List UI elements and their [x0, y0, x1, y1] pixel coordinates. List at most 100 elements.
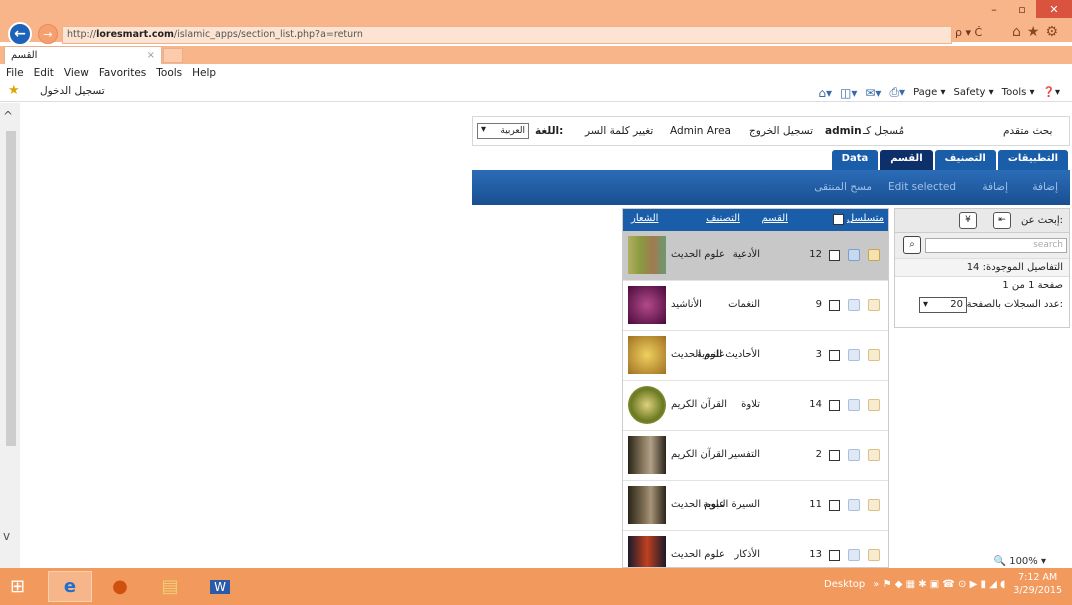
mail-icon[interactable]: ✉▾ — [865, 86, 881, 100]
favorites-star-icon[interactable]: ★ — [8, 83, 20, 98]
edit-icon[interactable] — [848, 249, 860, 261]
print-icon[interactable]: ⎙▾ — [889, 85, 905, 100]
view-icon[interactable] — [868, 449, 880, 461]
forward-button[interactable]: → — [38, 24, 58, 44]
favorite-login-link[interactable]: تسجيل الدخول — [40, 85, 105, 97]
home-favorites-settings-icons[interactable]: ⌂★⚙ — [1012, 24, 1064, 40]
edit-icon[interactable] — [848, 499, 860, 511]
search-icon[interactable]: ⌕ — [903, 236, 921, 254]
file-explorer-icon[interactable]: ▤ — [148, 571, 192, 602]
row-checkbox[interactable] — [829, 550, 840, 561]
advanced-search-link[interactable]: بحث متقدم — [1003, 125, 1052, 137]
browser-tab[interactable]: القسم × — [4, 46, 162, 64]
address-bar[interactable]: http://loresmart.com/islamic_apps/sectio… — [62, 26, 952, 44]
page-menu[interactable]: Page ▾ — [913, 87, 945, 98]
tab-close-icon[interactable]: × — [147, 47, 155, 64]
select-all-checkbox[interactable] — [833, 214, 844, 225]
table-row[interactable]: علوم الحديث الأدعية 12 — [623, 231, 888, 281]
view-icon[interactable] — [868, 399, 880, 411]
back-button[interactable]: ← — [8, 22, 32, 46]
table-row[interactable]: الأناشيد النغمات 9 — [623, 281, 888, 331]
new-tab-button[interactable] — [163, 48, 183, 63]
table-row[interactable]: القرآن الكريم تلاوة 14 — [623, 381, 888, 431]
header-serial[interactable]: متسلسل — [847, 213, 884, 224]
edit-icon[interactable] — [848, 449, 860, 461]
tab-data[interactable]: Data — [831, 150, 879, 170]
header-category[interactable]: التصنيف — [706, 213, 740, 224]
maximize-button[interactable]: ▫ — [1008, 0, 1036, 18]
minimize-button[interactable]: – — [980, 0, 1008, 18]
username: admin — [825, 125, 862, 137]
language-label: اللغة: — [535, 125, 564, 137]
edit-icon[interactable] — [848, 349, 860, 361]
tab-category[interactable]: التصنيف — [934, 150, 996, 170]
row-category: الأناشيد — [671, 299, 702, 310]
row-checkbox[interactable] — [829, 500, 840, 511]
menu-file[interactable]: File — [6, 67, 24, 79]
tools-menu[interactable]: Tools ▾ — [1002, 87, 1035, 98]
admin-area-link[interactable]: Admin Area — [670, 125, 731, 137]
language-select[interactable]: ▾ العربية — [477, 123, 529, 139]
tab-section[interactable]: القسم — [880, 150, 933, 170]
search-input[interactable]: search — [925, 238, 1067, 253]
add-button[interactable]: إضافة — [1032, 181, 1058, 193]
table-row[interactable]: القرآن الكريم التفسير 2 — [623, 431, 888, 481]
menu-favorites[interactable]: Favorites — [99, 67, 146, 79]
table-row[interactable]: علوم الحديث السيرة النبوية 11 — [623, 481, 888, 531]
close-window-button[interactable]: ✕ — [1036, 0, 1072, 18]
edit-icon[interactable] — [848, 399, 860, 411]
scroll-down-icon[interactable]: v — [3, 529, 10, 543]
home-icon[interactable]: ⌂▾ — [818, 86, 832, 100]
grid-header: متسلسل القسم التصنيف الشعار — [623, 209, 888, 231]
action-toolbar: إضافة إضافة Edit selected مسح المنتقى — [472, 170, 1070, 205]
row-category: علوم الحديث — [671, 249, 725, 260]
tab-applications[interactable]: التطبيقات — [997, 150, 1068, 170]
toggle-panel-icon[interactable]: ⇤ — [993, 212, 1011, 229]
header-logo[interactable]: الشعار — [631, 213, 658, 224]
add-inline-button[interactable]: إضافة — [982, 181, 1008, 193]
menu-tools[interactable]: Tools — [156, 67, 182, 79]
word-icon[interactable]: W — [198, 571, 242, 602]
view-icon[interactable] — [868, 499, 880, 511]
header-section[interactable]: القسم — [762, 213, 788, 224]
row-checkbox[interactable] — [829, 300, 840, 311]
row-checkbox[interactable] — [829, 350, 840, 361]
scroll-up-icon[interactable]: ^ — [3, 109, 13, 123]
zoom-level[interactable]: 🔍 100% ▾ — [994, 556, 1046, 567]
firefox-icon[interactable]: ● — [98, 571, 142, 602]
row-checkbox[interactable] — [829, 400, 840, 411]
records-grid: متسلسل القسم التصنيف الشعار علوم الحديث … — [622, 208, 889, 568]
desktop-toolbar[interactable]: Desktop — [824, 579, 865, 590]
table-row[interactable]: علوم الحديث الأحاديث النبوية 3 — [623, 331, 888, 381]
row-checkbox[interactable] — [829, 450, 840, 461]
view-icon[interactable] — [868, 299, 880, 311]
menu-view[interactable]: View — [64, 67, 89, 79]
browser-titlebar: – ▫ ✕ ← → http://loresmart.com/islamic_a… — [0, 0, 1072, 46]
logout-link[interactable]: تسجيل الخروج — [749, 125, 813, 137]
edit-selected-button[interactable]: Edit selected — [888, 181, 956, 193]
clock[interactable]: 7:12 AM 3/29/2015 — [1013, 571, 1062, 597]
address-tools[interactable]: ρ ▾ Ċ — [955, 26, 982, 39]
scroll-thumb[interactable] — [6, 131, 16, 446]
change-password-link[interactable]: تغيير كلمة السر — [585, 125, 653, 137]
safety-menu[interactable]: Safety ▾ — [953, 87, 993, 98]
delete-selected-button[interactable]: مسح المنتقى — [814, 181, 872, 193]
logo-thumbnail — [628, 386, 666, 424]
table-row[interactable]: علوم الحديث الأذكار 13 — [623, 531, 888, 567]
tray-icons[interactable]: » ⚑ ◆ ▦ ✱ ▣ ☎ ⊙ ▶ ▮ ◢ ◖ — [873, 579, 1005, 590]
edit-icon[interactable] — [848, 549, 860, 561]
edit-icon[interactable] — [848, 299, 860, 311]
view-icon[interactable] — [868, 349, 880, 361]
collapse-icon[interactable]: ¥ — [959, 212, 977, 229]
menu-help[interactable]: Help — [192, 67, 216, 79]
per-page-select[interactable]: ▾ 20 — [919, 297, 967, 313]
help-menu[interactable]: ❓▾ — [1043, 87, 1060, 98]
windows-start-icon[interactable]: ⊞ — [10, 576, 25, 597]
menu-edit[interactable]: Edit — [34, 67, 54, 79]
view-icon[interactable] — [868, 249, 880, 261]
row-checkbox[interactable] — [829, 250, 840, 261]
page-scrollbar[interactable]: ^ v — [0, 103, 20, 568]
internet-explorer-icon[interactable]: e — [48, 571, 92, 602]
feeds-icon[interactable]: ◫▾ — [840, 86, 857, 100]
view-icon[interactable] — [868, 549, 880, 561]
